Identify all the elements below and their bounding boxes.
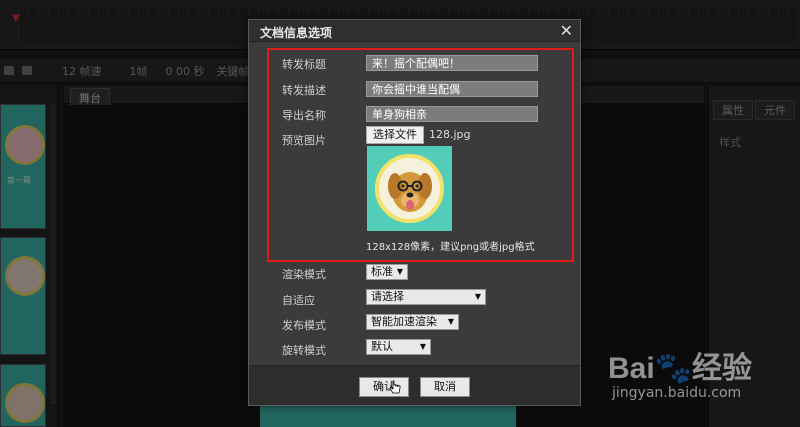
share-description-input[interactable]: 你会摇中谁当配偶 (366, 81, 538, 97)
publish-mode-value: 智能加速渲染 (371, 315, 437, 328)
confirm-button[interactable]: 确认 (359, 377, 409, 397)
adaptive-label: 自适应 (282, 294, 315, 307)
hand-cursor-icon (389, 380, 401, 394)
preview-image (367, 146, 452, 231)
dialog-titlebar: 文档信息选项 ✕ (249, 20, 580, 42)
chevron-down-icon: ▼ (474, 292, 481, 301)
adaptive-value: 请选择 (371, 290, 404, 303)
export-name-label: 导出名称 (282, 109, 326, 122)
chevron-down-icon: ▼ (396, 267, 403, 276)
choose-file-button[interactable]: 选择文件 (366, 126, 424, 144)
watermark-logo: Bai🐾经验 (608, 343, 752, 387)
preview-image-label: 预览图片 (282, 134, 326, 147)
document-info-dialog: 文档信息选项 ✕ 转发标题 来！摇个配偶吧！ 转发描述 你会摇中谁当配偶 导出名… (248, 19, 581, 406)
close-icon[interactable]: ✕ (560, 21, 573, 40)
render-mode-value: 标准 (371, 265, 393, 278)
baidu-jingyan-watermark: Bai🐾经验 jingyan.baidu.com (608, 343, 798, 413)
dialog-footer: 确认 取消 (249, 365, 580, 405)
paw-icon: 🐾 (654, 352, 693, 385)
image-size-hint: 128x128像素，建议png或者jpg格式 (366, 242, 535, 253)
chevron-down-icon: ▼ (447, 317, 454, 326)
chevron-down-icon: ▼ (419, 342, 426, 351)
rotate-mode-label: 旋转模式 (282, 344, 326, 357)
export-name-input[interactable]: 单身狗相亲 (366, 106, 538, 122)
watermark-brand-cn: 经验 (692, 352, 753, 385)
rotate-mode-select[interactable]: 默认 ▼ (366, 339, 431, 355)
adaptive-select[interactable]: 请选择 ▼ (366, 289, 486, 305)
watermark-brand: Bai (608, 352, 655, 385)
render-mode-label: 渲染模式 (282, 268, 326, 281)
dog-image-icon (388, 172, 432, 212)
share-title-label: 转发标题 (282, 58, 326, 71)
selected-file-name: 128.jpg (429, 128, 471, 141)
render-mode-select[interactable]: 标准 ▼ (366, 264, 408, 280)
publish-mode-select[interactable]: 智能加速渲染 ▼ (366, 314, 459, 330)
share-description-label: 转发描述 (282, 84, 326, 97)
publish-mode-label: 发布模式 (282, 319, 326, 332)
watermark-url: jingyan.baidu.com (612, 385, 742, 401)
cancel-button[interactable]: 取消 (420, 377, 470, 397)
rotate-mode-value: 默认 (371, 340, 393, 353)
share-title-input[interactable]: 来！摇个配偶吧！ (366, 55, 538, 71)
dialog-title: 文档信息选项 (260, 26, 333, 40)
